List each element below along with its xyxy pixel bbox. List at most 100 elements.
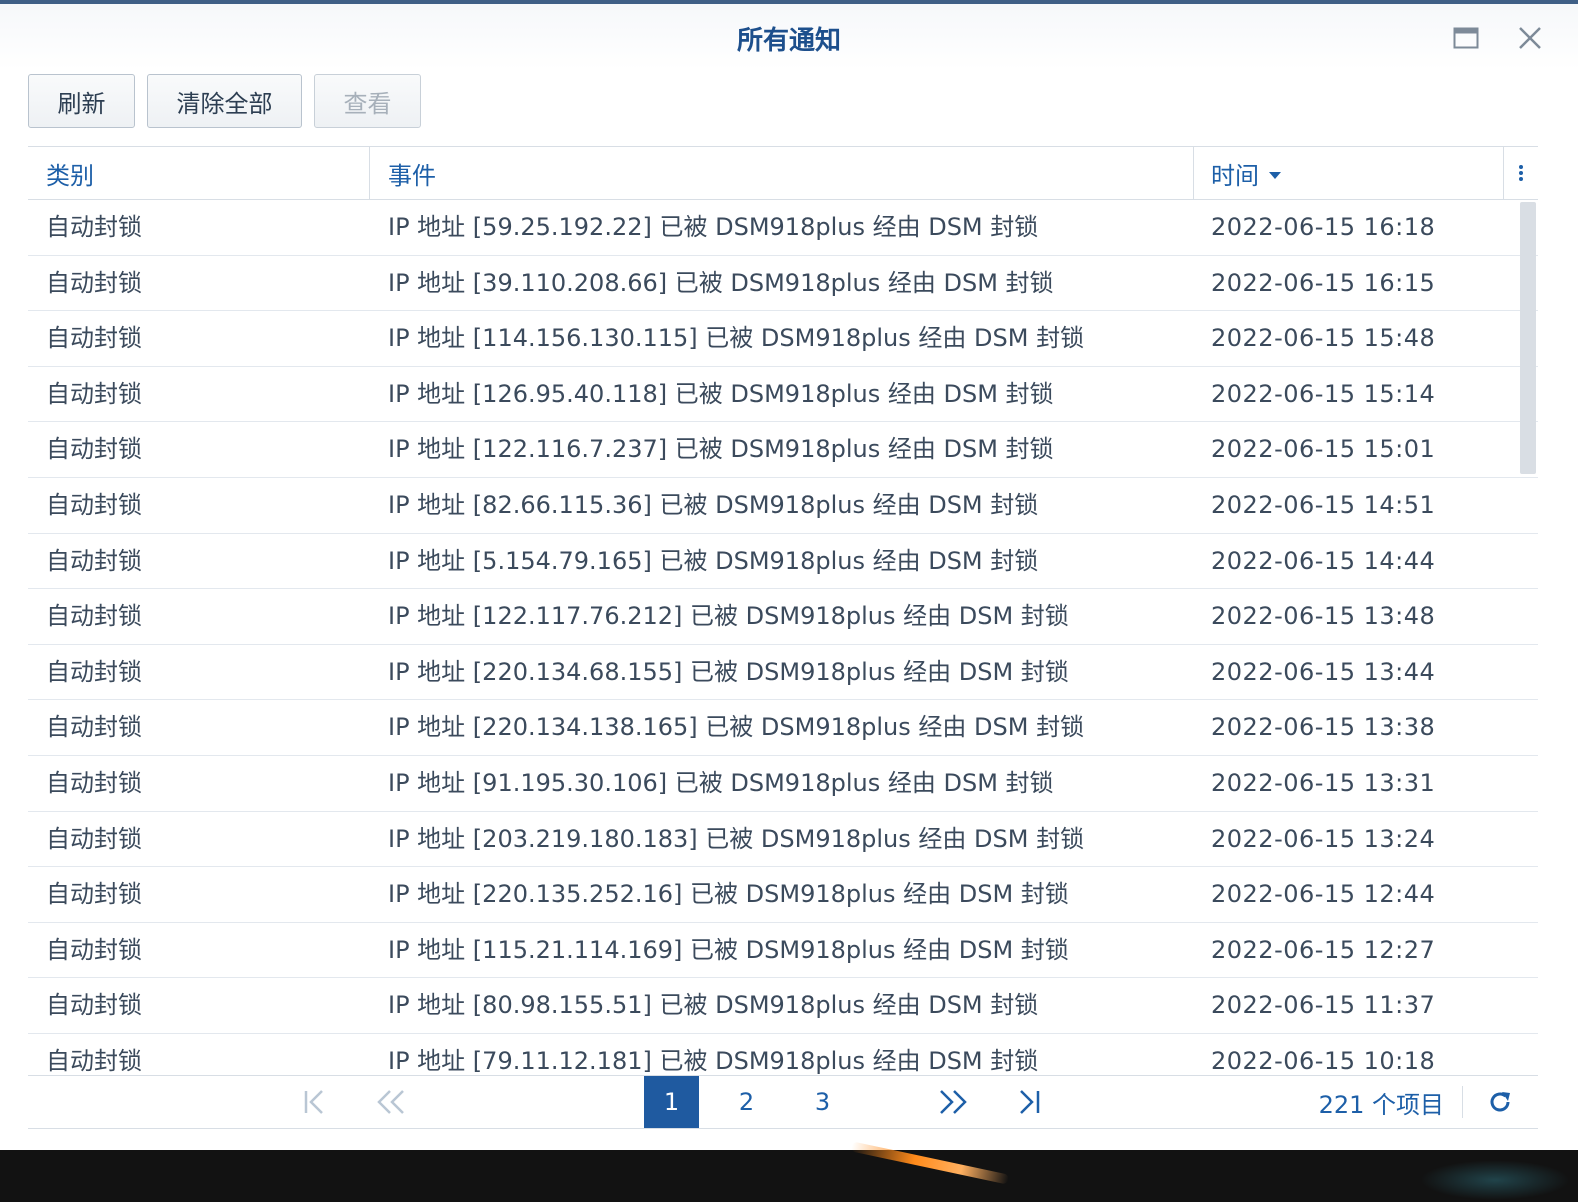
row-time-cell: 2022-06-15 15:14 [1211,379,1436,408]
row-event-cell: IP 地址 [114.156.130.115] 已被 DSM918plus 经由… [388,324,1085,353]
last-page-icon [1020,1090,1040,1114]
row-event-cell: IP 地址 [39.110.208.66] 已被 DSM918plus 经由 D… [388,268,1054,297]
row-category-cell: 自动封锁 [46,657,142,686]
row-time-cell: 2022-06-15 15:01 [1211,435,1436,464]
clear-all-button[interactable]: 清除全部 [147,74,302,128]
row-event-cell: IP 地址 [122.117.76.212] 已被 DSM918plus 经由 … [388,602,1069,631]
table-row[interactable]: 自动封锁 IP 地址 [5.154.79.165] 已被 DSM918plus 经… [28,534,1538,590]
row-time-cell: 2022-06-15 11:37 [1211,991,1436,1020]
table-row[interactable]: 自动封锁 IP 地址 [122.116.7.237] 已被 DSM918plus … [28,422,1538,478]
page-2-button[interactable]: 2 [719,1076,774,1128]
table-row[interactable]: 自动封锁 IP 地址 [80.98.155.51] 已被 DSM918plus 经… [28,978,1538,1034]
view-button[interactable]: 查看 [314,74,421,128]
row-category-cell: 自动封锁 [46,713,142,742]
row-time-cell: 2022-06-15 15:48 [1211,324,1436,353]
table-header: 类别 事件 时间 [28,146,1538,200]
row-event-cell: IP 地址 [220.134.138.165] 已被 DSM918plus 经由… [388,713,1085,742]
column-menu-button[interactable] [1504,147,1538,199]
row-category-cell: 自动封锁 [46,490,142,519]
row-event-cell: IP 地址 [5.154.79.165] 已被 DSM918plus 经由 DS… [388,546,1039,575]
row-event-cell: IP 地址 [122.116.7.237] 已被 DSM918plus 经由 D… [388,435,1054,464]
row-time-cell: 2022-06-15 13:44 [1211,657,1436,686]
next-page-button[interactable] [928,1076,978,1128]
table-row[interactable]: 自动封锁 IP 地址 [114.156.130.115] 已被 DSM918plu… [28,311,1538,367]
row-time-cell: 2022-06-15 16:15 [1211,268,1436,297]
table-row[interactable]: 自动封锁 IP 地址 [91.195.30.106] 已被 DSM918plus … [28,756,1538,812]
refresh-button[interactable]: 刷新 [28,74,135,128]
row-category-cell: 自动封锁 [46,768,142,797]
row-category-cell: 自动封锁 [46,880,142,909]
wallpaper-glow [1420,1160,1570,1200]
row-time-cell: 2022-06-15 13:24 [1211,824,1436,853]
desktop-background [0,1150,1578,1202]
row-time-cell: 2022-06-15 14:44 [1211,546,1436,575]
vertical-ellipsis-icon [1519,165,1523,181]
vertical-scrollbar-thumb[interactable] [1520,202,1536,474]
row-event-cell: IP 地址 [59.25.192.22] 已被 DSM918plus 经由 DS… [388,213,1039,241]
row-time-cell: 2022-06-15 16:18 [1211,213,1436,241]
table-row[interactable]: 自动封锁 IP 地址 [122.117.76.212] 已被 DSM918plus… [28,589,1538,645]
row-category-cell: 自动封锁 [46,324,142,353]
row-time-cell: 2022-06-15 13:31 [1211,768,1436,797]
close-icon [1519,27,1541,49]
row-category-cell: 自动封锁 [46,935,142,964]
last-page-button[interactable] [1004,1076,1054,1128]
column-header-event[interactable]: 事件 [370,147,1194,199]
row-category-cell: 自动封锁 [46,1046,142,1075]
row-category-cell: 自动封锁 [46,379,142,408]
row-event-cell: IP 地址 [91.195.30.106] 已被 DSM918plus 经由 D… [388,768,1054,797]
table-row[interactable]: 自动封锁 IP 地址 [82.66.115.36] 已被 DSM918plus 经… [28,478,1538,534]
notifications-window: 所有通知 刷新 清除全部 查看 类别 事件 时间 自动封锁 IP 地址 [59.… [0,0,1578,1150]
table-row[interactable]: 自动封锁 IP 地址 [39.110.208.66] 已被 DSM918plus … [28,256,1538,312]
row-time-cell: 2022-06-15 12:44 [1211,880,1436,909]
column-header-time-label: 时间 [1211,161,1259,190]
row-category-cell: 自动封锁 [46,546,142,575]
table-row[interactable]: 自动封锁 IP 地址 [203.219.180.183] 已被 DSM918plu… [28,812,1538,868]
table-row[interactable]: 自动封锁 IP 地址 [220.135.252.16] 已被 DSM918plus… [28,867,1538,923]
row-time-cell: 2022-06-15 13:38 [1211,713,1436,742]
column-header-time[interactable]: 时间 [1194,147,1504,199]
table-row[interactable]: 自动封锁 IP 地址 [59.25.192.22] 已被 DSM918plus 经… [28,200,1538,256]
column-header-event-label: 事件 [388,161,436,190]
row-time-cell: 2022-06-15 14:51 [1211,490,1436,519]
total-items-count: 221 个项目 [1318,1090,1444,1119]
table-row[interactable]: 自动封锁 IP 地址 [115.21.114.169] 已被 DSM918plus… [28,923,1538,979]
title-bar[interactable]: 所有通知 [0,4,1578,70]
column-header-category[interactable]: 类别 [28,147,370,199]
row-category-cell: 自动封锁 [46,435,142,464]
sort-descending-icon [1269,171,1281,179]
row-event-cell: IP 地址 [203.219.180.183] 已被 DSM918plus 经由… [388,824,1085,853]
row-event-cell: IP 地址 [115.21.114.169] 已被 DSM918plus 经由 … [388,935,1069,964]
row-event-cell: IP 地址 [80.98.155.51] 已被 DSM918plus 经由 DS… [388,991,1039,1020]
row-category-cell: 自动封锁 [46,268,142,297]
row-event-cell: IP 地址 [220.135.252.16] 已被 DSM918plus 经由 … [388,880,1069,909]
close-button[interactable] [1514,22,1546,54]
maximize-button[interactable] [1450,22,1482,54]
double-chevron-left-icon [377,1090,404,1114]
table-row[interactable]: 自动封锁 IP 地址 [220.134.68.155] 已被 DSM918plus… [28,645,1538,701]
row-category-cell: 自动封锁 [46,824,142,853]
row-time-cell: 2022-06-15 10:18 [1211,1046,1436,1075]
window-title: 所有通知 [736,26,841,56]
table-row[interactable]: 自动封锁 IP 地址 [79.11.12.181] 已被 DSM918plus 经… [28,1034,1538,1075]
previous-page-button[interactable] [366,1076,416,1128]
row-category-cell: 自动封锁 [46,602,142,631]
reload-button[interactable] [1480,1076,1520,1128]
row-category-cell: 自动封锁 [46,213,142,241]
row-event-cell: IP 地址 [79.11.12.181] 已被 DSM918plus 经由 DS… [388,1046,1039,1075]
page-3-button[interactable]: 3 [795,1076,850,1128]
table-body: 自动封锁 IP 地址 [59.25.192.22] 已被 DSM918plus 经… [28,200,1538,1075]
column-header-category-label: 类别 [46,161,94,190]
double-chevron-right-icon [940,1090,967,1114]
table-row[interactable]: 自动封锁 IP 地址 [220.134.138.165] 已被 DSM918plu… [28,700,1538,756]
page-1-button[interactable]: 1 [644,1076,699,1128]
row-time-cell: 2022-06-15 12:27 [1211,935,1436,964]
table-row[interactable]: 自动封锁 IP 地址 [126.95.40.118] 已被 DSM918plus … [28,367,1538,423]
row-time-cell: 2022-06-15 13:48 [1211,602,1436,631]
pagination-bar: 1 2 3 221 个项目 [28,1075,1538,1129]
first-page-button[interactable] [290,1076,340,1128]
reload-icon [1490,1092,1510,1112]
row-event-cell: IP 地址 [220.134.68.155] 已被 DSM918plus 经由 … [388,657,1069,686]
maximize-icon [1453,27,1479,49]
pager-divider [1462,1086,1463,1118]
